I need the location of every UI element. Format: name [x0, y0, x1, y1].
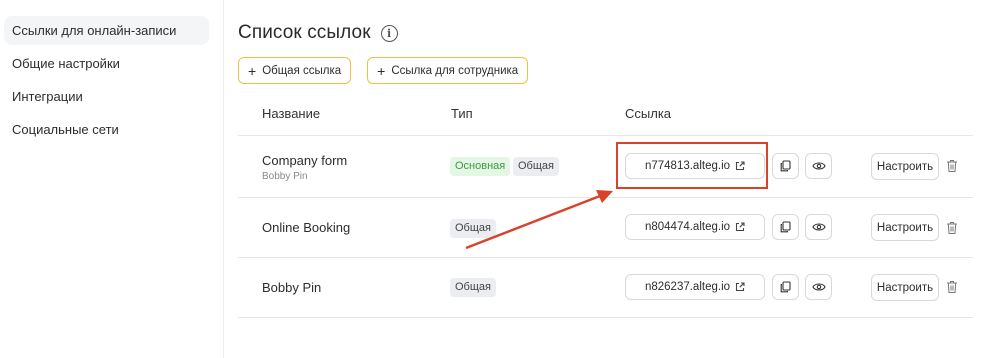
- link-field[interactable]: n826237.alteg.io: [625, 274, 765, 300]
- link-url: n826237.alteg.io: [644, 281, 731, 293]
- sidebar-item-integrations[interactable]: Интеграции: [4, 82, 209, 111]
- copy-icon: [780, 281, 791, 293]
- title-row: Список ссылок i: [238, 22, 398, 44]
- add-buttons: + Общая ссылка + Ссылка для сотрудника: [238, 57, 529, 84]
- link-field[interactable]: n774813.alteg.io: [625, 153, 765, 179]
- sidebar-item-social-networks[interactable]: Социальные сети: [4, 115, 209, 144]
- main-content: Список ссылок i + Общая ссылка + Ссылка …: [238, 0, 978, 358]
- column-name: Название: [262, 106, 321, 121]
- link-url: n774813.alteg.io: [644, 160, 731, 172]
- plus-icon: +: [248, 62, 257, 79]
- external-link-icon[interactable]: [735, 282, 745, 292]
- copy-button[interactable]: [772, 214, 799, 240]
- setup-button[interactable]: Настроить: [871, 153, 939, 180]
- badge-common: Общая: [513, 157, 559, 176]
- link-field[interactable]: n804474.alteg.io: [625, 214, 765, 240]
- column-type: Тип: [451, 106, 473, 121]
- copy-button[interactable]: [772, 274, 799, 300]
- preview-button[interactable]: [805, 153, 832, 179]
- preview-button[interactable]: [805, 214, 832, 240]
- copy-icon: [780, 160, 791, 172]
- table-header: Название Тип Ссылка: [238, 96, 973, 136]
- badge-common: Общая: [450, 219, 496, 238]
- add-common-link-label: Общая ссылка: [262, 64, 342, 77]
- sidebar-item-booking-links[interactable]: Ссылки для онлайн-записи: [4, 16, 209, 45]
- eye-icon: [811, 162, 826, 170]
- column-link: Ссылка: [625, 106, 672, 121]
- external-link-icon[interactable]: [735, 222, 745, 232]
- trash-icon[interactable]: [946, 280, 958, 294]
- setup-button[interactable]: Настроить: [871, 214, 939, 241]
- external-link-icon[interactable]: [735, 161, 745, 171]
- link-name: Online Booking: [262, 220, 351, 235]
- preview-button[interactable]: [805, 274, 832, 300]
- eye-icon: [811, 283, 826, 291]
- setup-button[interactable]: Настроить: [871, 274, 939, 301]
- plus-icon: +: [377, 62, 386, 79]
- badge-common: Общая: [450, 278, 496, 297]
- add-common-link-button[interactable]: + Общая ссылка: [238, 57, 352, 84]
- link-url: n804474.alteg.io: [644, 221, 731, 233]
- eye-icon: [811, 223, 826, 231]
- page-title: Список ссылок: [238, 22, 371, 43]
- links-table: Название Тип Ссылка Company form Bobby P…: [238, 96, 973, 318]
- copy-button[interactable]: [772, 153, 799, 179]
- add-employee-link-label: Ссылка для сотрудника: [391, 64, 519, 77]
- info-icon[interactable]: i: [380, 24, 398, 42]
- table-row: Company form Bobby Pin Основная Общая n7…: [238, 136, 973, 198]
- trash-icon[interactable]: [946, 221, 958, 235]
- table-row: Online Booking Общая n804474.alteg.io На…: [238, 198, 973, 258]
- link-name: Bobby Pin: [262, 280, 322, 295]
- trash-icon[interactable]: [946, 159, 958, 173]
- link-subname: Bobby Pin: [262, 171, 308, 182]
- link-name: Company form: [262, 153, 348, 168]
- badge-main: Основная: [450, 157, 511, 176]
- copy-icon: [780, 221, 791, 233]
- sidebar-item-general-settings[interactable]: Общие настройки: [4, 49, 209, 78]
- sidebar: Ссылки для онлайн-записи Общие настройки…: [0, 0, 224, 358]
- add-employee-link-button[interactable]: + Ссылка для сотрудника: [367, 57, 529, 84]
- table-row: Bobby Pin Общая n826237.alteg.io Настрои…: [238, 258, 973, 318]
